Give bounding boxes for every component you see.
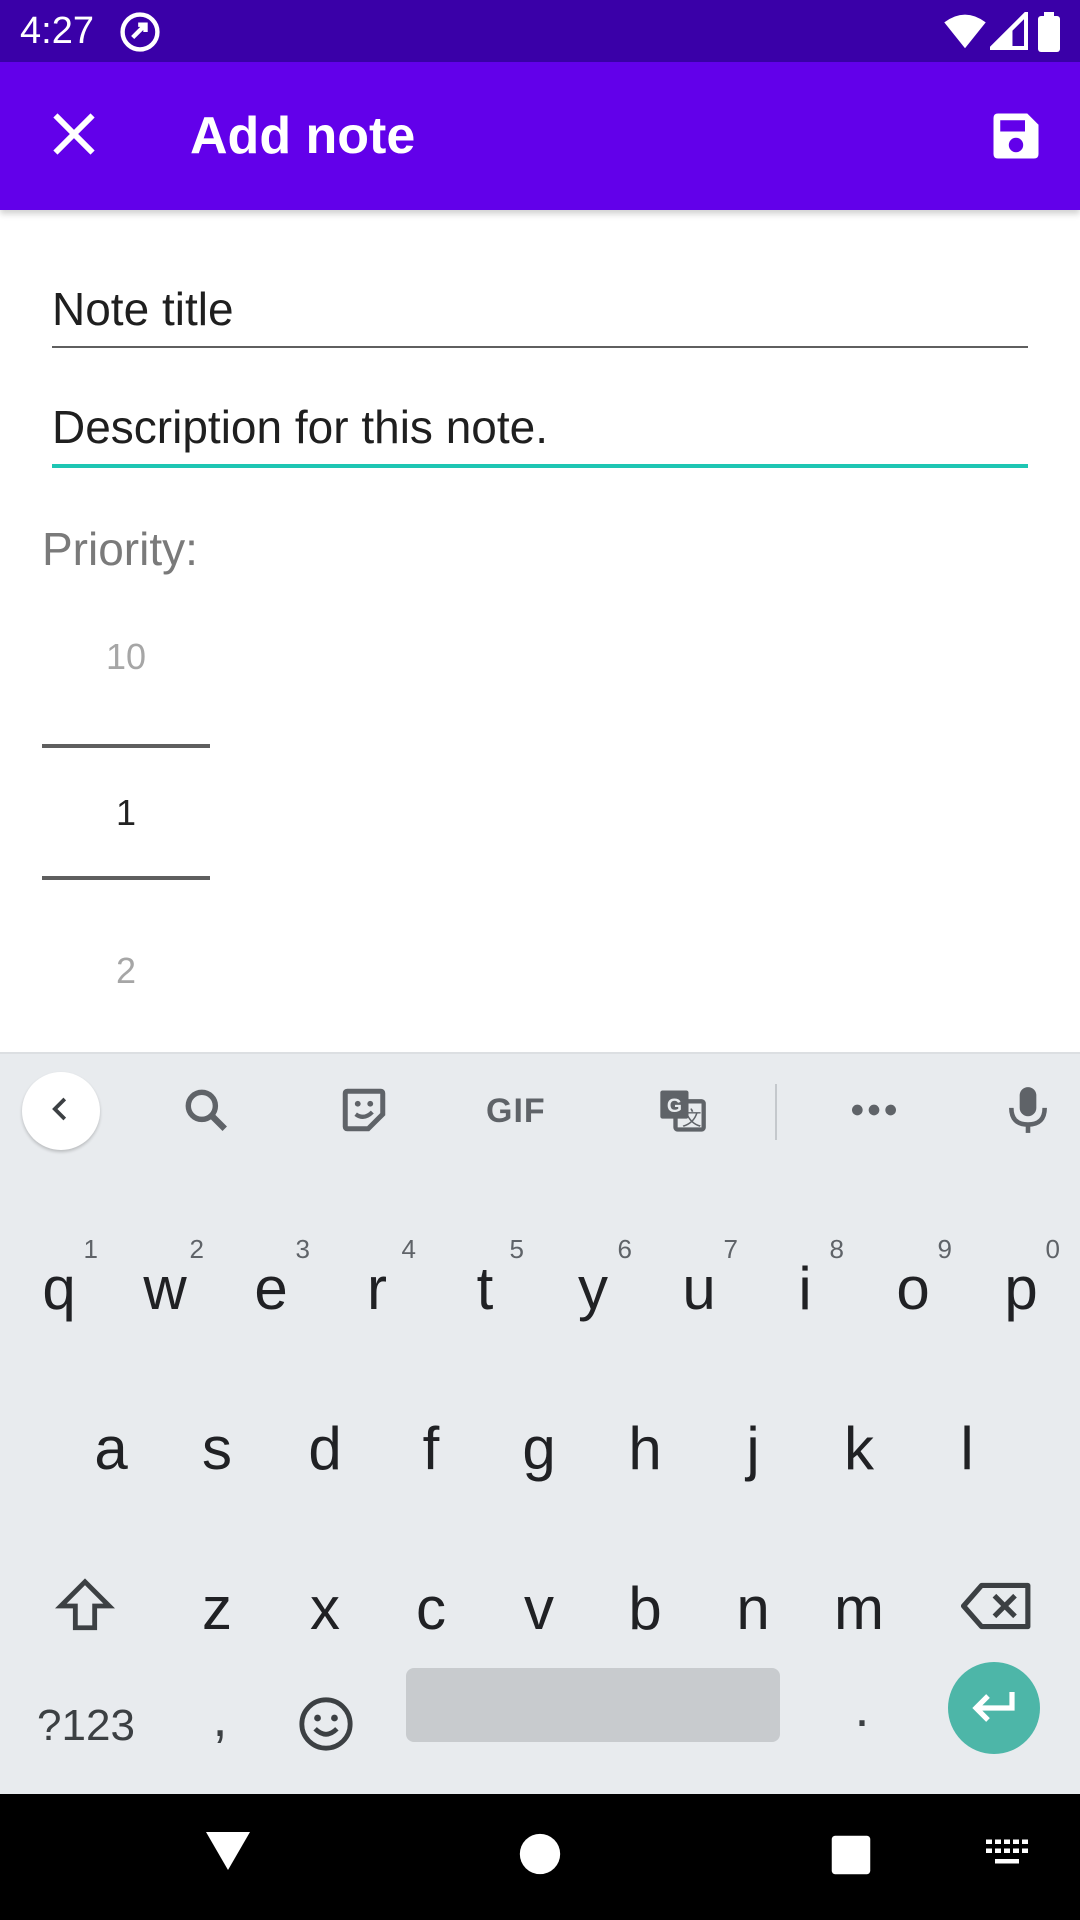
soft-keyboard: GIF G文 q1 w2 e3 r4 t5 y6 u 7 i 8 o 9 p 0… (0, 1052, 1080, 1794)
sticker-icon (339, 1085, 389, 1140)
priority-number-picker[interactable]: 10 1 2 (42, 600, 210, 1020)
toolbar-separator (775, 1084, 777, 1140)
key-i[interactable]: i8 (752, 1228, 858, 1348)
symbols-key[interactable]: ?123 (24, 1666, 148, 1786)
picker-previous-value[interactable]: 10 (42, 636, 210, 678)
translate-icon: G文 (656, 1084, 708, 1141)
key-r[interactable]: r4 (324, 1228, 430, 1348)
chevron-left-icon (46, 1094, 76, 1129)
picker-selected-value[interactable]: 1 (42, 792, 210, 834)
status-time: 4:27 (20, 10, 94, 52)
backspace-key[interactable] (952, 1548, 1042, 1668)
status-bar: 4:27 (0, 0, 1080, 62)
key-o[interactable]: o9 (860, 1228, 966, 1348)
keyboard-sticker-button[interactable] (334, 1082, 394, 1142)
page-title: Add note (190, 107, 416, 165)
enter-icon (970, 1686, 1018, 1731)
key-a[interactable]: a (58, 1388, 164, 1508)
at-sign-icon (118, 10, 162, 59)
key-e[interactable]: e3 (218, 1228, 324, 1348)
key-p[interactable]: p0 (968, 1228, 1074, 1348)
key-j[interactable]: j (700, 1388, 806, 1508)
nav-recents-button[interactable] (830, 1834, 872, 1881)
key-x[interactable]: x (272, 1548, 378, 1668)
note-title-value: Note title (52, 283, 234, 335)
key-s[interactable]: s (164, 1388, 270, 1508)
space-key[interactable] (406, 1668, 780, 1742)
description-underline (52, 464, 1028, 468)
key-q[interactable]: q1 (6, 1228, 112, 1348)
backspace-icon (961, 1579, 1033, 1638)
key-w[interactable]: w2 (112, 1228, 218, 1348)
nav-back-button[interactable] (204, 1830, 252, 1877)
note-title-input[interactable]: Note title (52, 282, 1028, 352)
screen: 4:27 Add note Note title Description for… (0, 0, 1080, 1920)
title-underline (52, 346, 1028, 348)
nav-keyboard-switch-button[interactable] (984, 1838, 1030, 1873)
keyboard-switch-icon (984, 1838, 1030, 1873)
shift-key[interactable] (40, 1548, 130, 1668)
keyboard-gif-button[interactable]: GIF (486, 1092, 546, 1131)
priority-label: Priority: (42, 523, 198, 575)
key-d[interactable]: d (272, 1388, 378, 1508)
note-description-input[interactable]: Description for this note. (52, 400, 1028, 472)
key-l[interactable]: l (914, 1388, 1020, 1508)
svg-text:文: 文 (682, 1108, 702, 1130)
app-bar: Add note (0, 62, 1080, 210)
picker-divider-bottom (42, 876, 210, 880)
comma-key[interactable]: , (170, 1658, 270, 1778)
shift-icon (54, 1577, 116, 1640)
key-h[interactable]: h (592, 1388, 698, 1508)
close-button[interactable] (36, 98, 112, 174)
keyboard-search-button[interactable] (176, 1082, 236, 1142)
search-icon (181, 1085, 231, 1140)
emoji-key[interactable] (276, 1666, 376, 1786)
key-b[interactable]: b (592, 1548, 698, 1668)
key-y[interactable]: y6 (540, 1228, 646, 1348)
battery-icon (1038, 12, 1060, 57)
wifi-icon (944, 12, 986, 55)
key-k[interactable]: k (806, 1388, 912, 1508)
period-key[interactable]: . (812, 1648, 912, 1768)
keyboard-voice-button[interactable] (998, 1082, 1058, 1142)
picker-divider-top (42, 744, 210, 748)
recents-icon (830, 1834, 872, 1881)
signal-icon (986, 8, 1029, 55)
keyboard-translate-button[interactable]: G文 (652, 1082, 712, 1142)
key-v[interactable]: v (486, 1548, 592, 1668)
nav-home-button[interactable] (518, 1832, 562, 1881)
svg-text:G: G (667, 1095, 682, 1117)
navigation-bar (0, 1794, 1080, 1920)
keyboard-more-button[interactable] (844, 1082, 904, 1142)
note-description-value: Description for this note. (52, 401, 549, 453)
key-t[interactable]: t5 (432, 1228, 538, 1348)
key-z[interactable]: z (164, 1548, 270, 1668)
microphone-icon (1006, 1085, 1050, 1140)
close-icon (52, 112, 96, 161)
keyboard-toolbar: GIF G文 (0, 1052, 1080, 1168)
save-button[interactable] (976, 98, 1056, 178)
save-icon (989, 109, 1043, 168)
keyboard-collapse-button[interactable] (22, 1072, 100, 1150)
key-n[interactable]: n (700, 1548, 806, 1668)
back-icon (204, 1830, 252, 1877)
enter-key[interactable] (948, 1662, 1040, 1754)
emoji-icon (297, 1695, 355, 1758)
key-c[interactable]: c (378, 1548, 484, 1668)
key-u[interactable]: u7 (646, 1228, 752, 1348)
key-f[interactable]: f (378, 1388, 484, 1508)
picker-next-value[interactable]: 2 (42, 950, 210, 992)
home-icon (518, 1832, 562, 1881)
more-icon (849, 1100, 899, 1125)
key-g[interactable]: g (486, 1388, 592, 1508)
